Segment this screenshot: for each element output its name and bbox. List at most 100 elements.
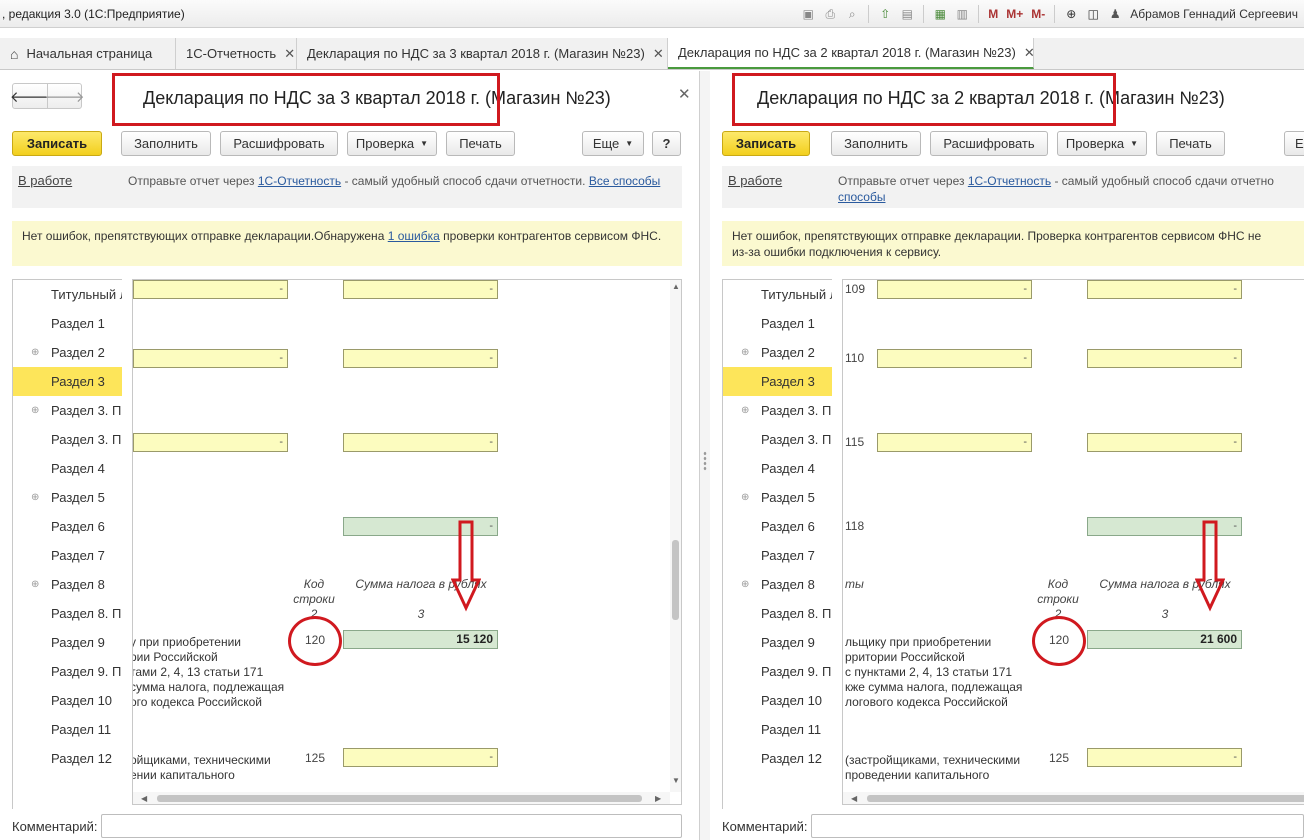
tree-item[interactable]: Раздел 6 [723,512,832,541]
print-button[interactable]: Печать [1156,131,1225,156]
tree-item[interactable]: Раздел 9. П [13,657,122,686]
horizontal-scrollbar[interactable]: ◀ [843,792,1304,804]
back-arrow-icon[interactable]: 🡐 [10,84,50,108]
tree-item[interactable]: ⊕ Раздел 3. П [13,396,122,425]
expand-icon[interactable]: ⊕ [741,405,749,416]
print-icon[interactable]: ⎙ [821,5,839,23]
status-link[interactable]: В работе [18,172,74,189]
calendar-icon[interactable]: ▥ [953,5,971,23]
expand-icon[interactable]: ⊕ [31,492,39,503]
comment-input[interactable] [101,814,682,838]
fill-button[interactable]: Заполнить [831,131,921,156]
tax-field[interactable]: - [133,349,288,368]
tax-field[interactable]: - [1087,433,1242,452]
tax-field[interactable]: - [1087,349,1242,368]
save-icon[interactable]: ▣ [799,5,817,23]
tree-item[interactable]: Раздел 10 [13,686,122,715]
decode-button[interactable]: Расшифровать [930,131,1048,156]
close-icon[interactable]: ✕ [1024,45,1035,61]
tree-item[interactable]: Раздел 11 [13,715,122,744]
tax-sum-field-120[interactable]: 15 120 [343,630,498,649]
expand-icon[interactable]: ⊕ [31,347,39,358]
memory-button[interactable]: M [986,7,1000,21]
tree-item[interactable]: Раздел 3. П [13,425,122,454]
scroll-thumb[interactable] [157,795,642,802]
expand-icon[interactable]: ⊕ [741,579,749,590]
tree-item[interactable]: Раздел 1 [13,309,122,338]
tree-item[interactable]: ⊕ Раздел 5 [13,483,122,512]
preview-icon[interactable]: ⌕ [843,5,861,23]
splitter-grip-icon[interactable] [703,451,707,471]
tree-item[interactable]: ⊕ Раздел 5 [723,483,832,512]
scroll-thumb[interactable] [672,540,679,620]
save-button[interactable]: Записать [12,131,102,156]
all-methods-link[interactable]: способы [838,190,885,204]
scroll-up-icon[interactable]: ▲ [672,282,680,291]
tree-item-selected[interactable]: Раздел 3 [723,367,832,396]
tax-field[interactable]: - [343,433,498,452]
tree-item[interactable]: Раздел 12 [723,744,832,773]
tax-field-125[interactable]: - [1087,748,1242,767]
scroll-right-icon[interactable]: ▶ [655,794,661,803]
tax-field[interactable]: - [877,433,1032,452]
tax-field-125[interactable]: - [343,748,498,767]
tree-item[interactable]: ⊕ Раздел 8 [13,570,122,599]
tax-sum-field-120[interactable]: 21 600 [1087,630,1242,649]
tree-item[interactable]: ⊕ Раздел 3. П [723,396,832,425]
expand-icon[interactable]: ⊕ [741,492,749,503]
decode-button[interactable]: Расшифровать [220,131,338,156]
memory-add-button[interactable]: M+ [1004,7,1025,21]
tree-item[interactable]: Раздел 4 [13,454,122,483]
comment-input[interactable] [811,814,1304,838]
expand-icon[interactable]: ⊕ [741,347,749,358]
user-name[interactable]: Абрамов Геннадий Сергеевич [1130,7,1298,21]
tree-item[interactable]: Раздел 12 [13,744,122,773]
panel-toggle-icon[interactable]: ◫ [1084,5,1102,23]
tab-declaration-q2[interactable]: Декларация по НДС за 2 квартал 2018 г. (… [668,38,1035,69]
check-dropdown-button[interactable]: Проверка ▼ [347,131,437,156]
fill-button[interactable]: Заполнить [121,131,211,156]
forward-arrow-icon[interactable]: 🡒 [44,84,85,108]
tree-item-selected[interactable]: Раздел 3 [13,367,122,396]
tree-item[interactable]: Раздел 10 [723,686,832,715]
scroll-down-icon[interactable]: ▼ [672,776,680,785]
print-button[interactable]: Печать [446,131,515,156]
tax-field[interactable]: - [343,349,498,368]
close-icon[interactable]: ✕ [678,85,691,103]
tree-item[interactable]: Раздел 6 [13,512,122,541]
status-link[interactable]: В работе [728,172,784,189]
reporting-link[interactable]: 1С-Отчетность [258,174,341,188]
tree-item[interactable]: Раздел 8. П [13,599,122,628]
tax-field[interactable]: - [133,280,288,299]
scroll-left-icon[interactable]: ◀ [141,794,147,803]
tree-item[interactable]: Раздел 7 [13,541,122,570]
tab-home[interactable]: ⌂ Начальная страница [0,38,176,69]
close-icon[interactable]: ✕ [653,46,664,62]
more-dropdown-button[interactable]: Еще ▼ [582,131,644,156]
zoom-icon[interactable]: ⊕ [1062,5,1080,23]
tree-item[interactable]: Раздел 3. П [723,425,832,454]
tree-item[interactable]: Раздел 11 [723,715,832,744]
tab-1c-reporting[interactable]: 1С-Отчетность ✕ [176,38,297,69]
tree-item[interactable]: Раздел 7 [723,541,832,570]
tree-item[interactable]: ⊕ Раздел 2 [723,338,832,367]
check-dropdown-button[interactable]: Проверка ▼ [1057,131,1147,156]
vertical-scrollbar[interactable]: ▲ ▼ [670,280,681,792]
memory-subtract-button[interactable]: M- [1029,7,1047,21]
tax-field[interactable]: - [877,280,1032,299]
tree-item[interactable]: Раздел 1 [723,309,832,338]
more-dropdown-button[interactable]: Е [1284,131,1304,156]
tree-item[interactable]: Раздел 9 [723,628,832,657]
calculator-icon[interactable]: ▦ [931,5,949,23]
scroll-left-icon[interactable]: ◀ [851,794,857,803]
panel-splitter[interactable] [700,71,710,840]
tree-item[interactable]: Раздел 8. П [723,599,832,628]
tab-declaration-q3[interactable]: Декларация по НДС за 3 квартал 2018 г. (… [297,38,668,69]
reporting-link[interactable]: 1С-Отчетность [968,174,1051,188]
tree-item[interactable]: ⊕ Раздел 2 [13,338,122,367]
tree-item[interactable]: Раздел 4 [723,454,832,483]
expand-icon[interactable]: ⊕ [31,405,39,416]
tax-field[interactable]: - [1087,280,1242,299]
error-link[interactable]: 1 ошибка [388,229,440,243]
tax-field[interactable]: - [133,433,288,452]
